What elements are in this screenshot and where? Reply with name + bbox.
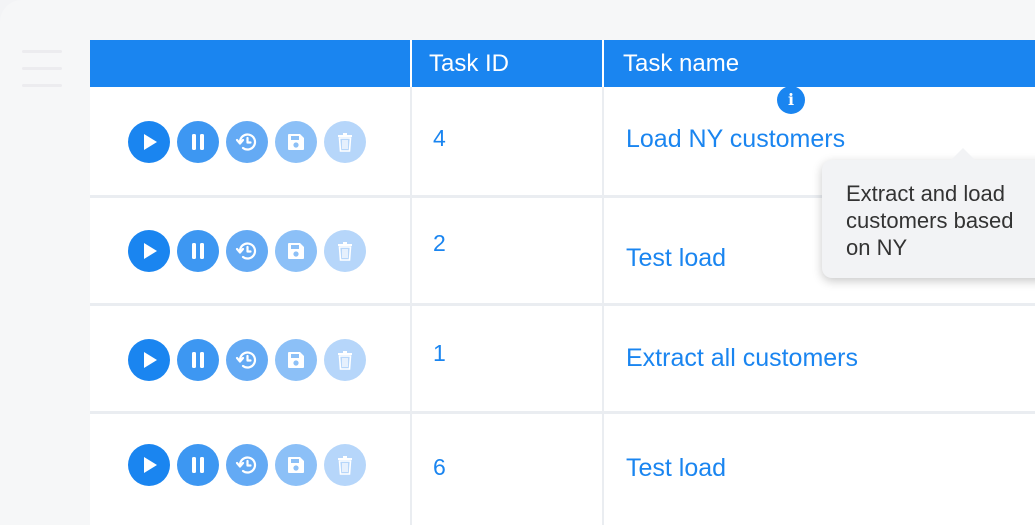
play-button[interactable]	[128, 121, 170, 163]
row-actions	[128, 444, 366, 486]
play-button[interactable]	[128, 444, 170, 486]
play-button[interactable]	[128, 339, 170, 381]
delete-button[interactable]	[324, 230, 366, 272]
delete-button[interactable]	[324, 444, 366, 486]
history-button[interactable]	[226, 339, 268, 381]
pause-icon	[192, 243, 204, 259]
tooltip-arrow	[950, 148, 976, 161]
pause-button[interactable]	[177, 230, 219, 272]
task-id-cell: 6	[433, 454, 446, 480]
row-actions	[128, 339, 366, 381]
trash-icon	[338, 133, 352, 152]
save-icon	[288, 134, 304, 150]
header-divider	[602, 40, 604, 87]
delete-button[interactable]	[324, 339, 366, 381]
play-icon	[144, 243, 157, 259]
sidebar-placeholder	[22, 50, 62, 101]
history-button[interactable]	[226, 230, 268, 272]
header-task-name[interactable]: Task name	[623, 40, 739, 87]
save-button[interactable]	[275, 121, 317, 163]
play-icon	[144, 352, 157, 368]
info-icon[interactable]: i	[777, 86, 805, 114]
history-icon	[235, 351, 257, 369]
header-divider	[410, 40, 412, 87]
save-button[interactable]	[275, 230, 317, 272]
task-name-link[interactable]: Extract all customers	[626, 344, 858, 373]
history-icon	[235, 456, 257, 474]
task-name-link[interactable]: Test load	[626, 244, 726, 273]
save-icon	[288, 243, 304, 259]
row-actions	[128, 230, 366, 272]
history-icon	[235, 133, 257, 151]
history-button[interactable]	[226, 444, 268, 486]
task-name-link[interactable]: Test load	[626, 454, 726, 483]
history-button[interactable]	[226, 121, 268, 163]
table-row: 6 Test load	[90, 414, 1035, 525]
row-actions	[128, 121, 366, 163]
pause-button[interactable]	[177, 121, 219, 163]
save-button[interactable]	[275, 444, 317, 486]
trash-icon	[338, 351, 352, 370]
pause-button[interactable]	[177, 339, 219, 381]
task-id-cell: 2	[433, 230, 446, 256]
save-button[interactable]	[275, 339, 317, 381]
task-id-cell: 1	[433, 340, 446, 366]
pause-button[interactable]	[177, 444, 219, 486]
delete-button[interactable]	[324, 121, 366, 163]
history-icon	[235, 242, 257, 260]
pause-icon	[192, 134, 204, 150]
play-icon	[144, 457, 157, 473]
trash-icon	[338, 242, 352, 261]
save-icon	[288, 352, 304, 368]
tooltip: Extract and load customers based on NY	[822, 148, 1035, 278]
task-card: Task ID Task name 4 Load NY customers 2 …	[0, 0, 1035, 525]
play-button[interactable]	[128, 230, 170, 272]
pause-icon	[192, 352, 204, 368]
tooltip-text: Extract and load customers based on NY	[846, 181, 1014, 260]
task-table: Task ID Task name 4 Load NY customers 2 …	[90, 40, 1035, 525]
trash-icon	[338, 456, 352, 475]
table-row: 1 Extract all customers	[90, 306, 1035, 414]
task-id-cell: 4	[433, 125, 446, 151]
save-icon	[288, 457, 304, 473]
header-task-id[interactable]: Task ID	[429, 40, 509, 87]
table-header: Task ID Task name	[90, 40, 1035, 87]
play-icon	[144, 134, 157, 150]
task-name-link[interactable]: Load NY customers	[626, 125, 845, 154]
pause-icon	[192, 457, 204, 473]
